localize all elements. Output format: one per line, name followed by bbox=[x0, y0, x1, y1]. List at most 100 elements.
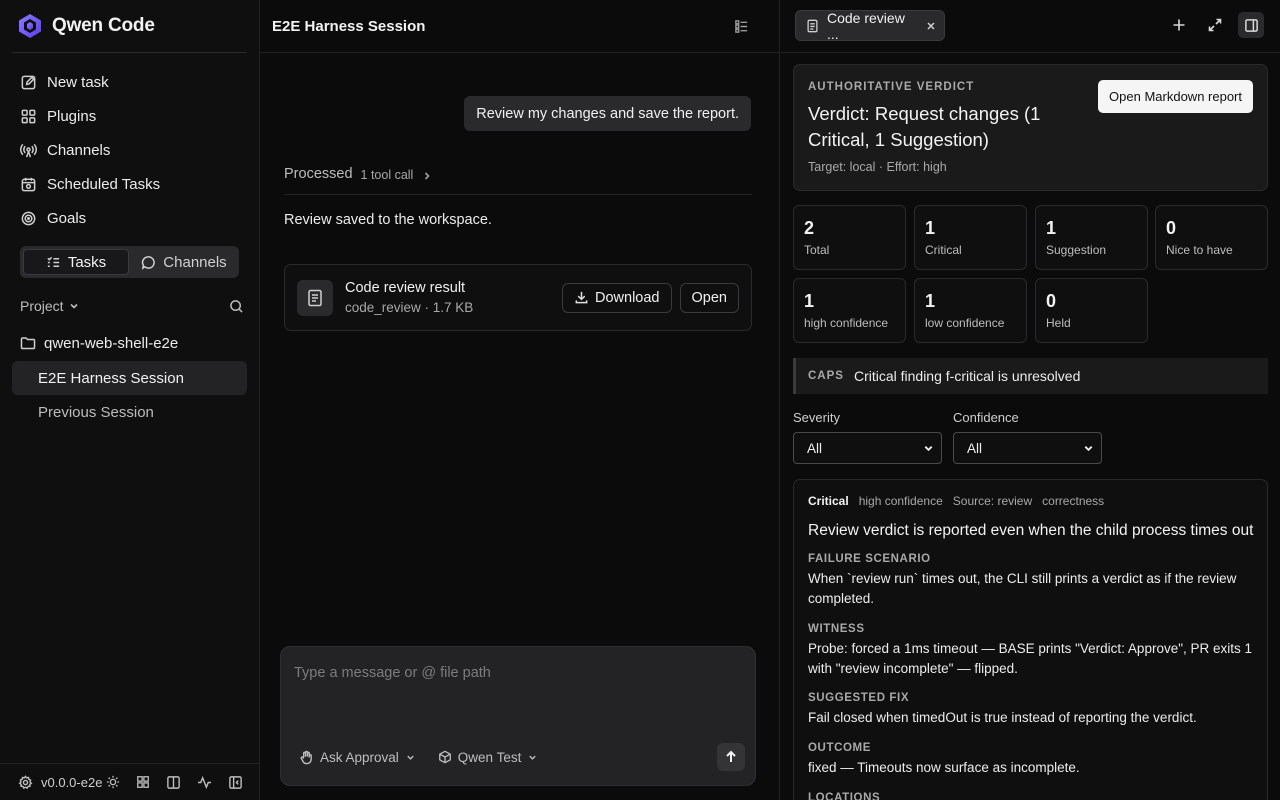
segment-channels[interactable]: Channels bbox=[132, 249, 236, 275]
sidebar-nav: New task Plugins Channels Scheduled Task… bbox=[12, 65, 248, 235]
nav-label: Channels bbox=[47, 141, 111, 159]
calendar-icon bbox=[20, 176, 37, 193]
review-panel: Code review ... AUTHORITATIVE VERDICT Ve… bbox=[781, 0, 1280, 800]
severity-filter-select[interactable]: All bbox=[793, 432, 942, 464]
tasks-icon bbox=[46, 255, 61, 270]
finding-tags: Critical high confidence Source: review … bbox=[808, 494, 1104, 508]
finding-section-suggested-fix: SUGGESTED FIX Fail closed when timedOut … bbox=[808, 692, 1258, 728]
target-icon bbox=[20, 210, 37, 227]
stat-value: 1 bbox=[804, 291, 815, 311]
collapse-sidebar-icon[interactable] bbox=[228, 775, 243, 790]
stat-value: 0 bbox=[1046, 291, 1057, 311]
finding-section-outcome: OUTCOME fixed — Timeouts now surface as … bbox=[808, 742, 1258, 778]
tab-label: Code review ... bbox=[827, 9, 905, 42]
close-icon[interactable] bbox=[926, 21, 936, 31]
plus-icon bbox=[1172, 18, 1186, 32]
severity-filter-label: Severity bbox=[793, 410, 840, 425]
segment-label: Channels bbox=[163, 253, 227, 271]
chat-title: E2E Harness Session bbox=[272, 17, 426, 35]
document-icon bbox=[806, 19, 819, 33]
stat-label: Total bbox=[804, 243, 830, 257]
chevron-right-icon bbox=[421, 166, 433, 182]
model-label: Qwen Test bbox=[457, 749, 522, 765]
approval-mode-dropdown[interactable]: Ask Approval bbox=[299, 750, 416, 765]
app-logo[interactable]: Qwen Code bbox=[16, 12, 155, 40]
settings-gear-icon[interactable] bbox=[18, 774, 33, 790]
list-view-icon[interactable] bbox=[734, 19, 749, 34]
download-button[interactable]: Download bbox=[562, 282, 672, 313]
assistant-message: Review saved to the workspace. bbox=[284, 212, 492, 228]
processed-summary[interactable]: Processed 1 tool call bbox=[284, 166, 752, 195]
processed-label: Processed bbox=[284, 166, 353, 182]
model-dropdown[interactable]: Qwen Test bbox=[438, 750, 539, 765]
stat-label: low confidence bbox=[925, 316, 1005, 330]
sidebar: Qwen Code New task Plugins Channels Sche… bbox=[0, 0, 260, 800]
chat-pane: E2E Harness Session Review my changes an… bbox=[260, 0, 780, 800]
confidence-filter-label: Confidence bbox=[953, 410, 1019, 425]
sidebar-footer: v0.0.0-e2e bbox=[0, 763, 259, 800]
panel-actions bbox=[1166, 12, 1264, 38]
session-item-e2e-harness[interactable]: E2E Harness Session bbox=[12, 361, 247, 395]
folder-icon bbox=[20, 335, 36, 351]
caps-text: Critical finding f-critical is unresolve… bbox=[853, 368, 1081, 384]
arrow-up-icon bbox=[724, 750, 738, 764]
nav-scheduled-tasks[interactable]: Scheduled Tasks bbox=[12, 167, 248, 201]
nav-goals[interactable]: Goals bbox=[12, 201, 248, 235]
user-message: Review my changes and save the report. bbox=[464, 96, 751, 131]
stat-low-confidence: 1 low confidence bbox=[914, 278, 1027, 343]
stat-critical: 1 Critical bbox=[914, 205, 1027, 270]
section-body: Probe: forced a 1ms timeout — BASE print… bbox=[808, 641, 1253, 676]
version-label: v0.0.0-e2e bbox=[41, 774, 103, 790]
new-tab-button[interactable] bbox=[1166, 12, 1192, 38]
caps-tag: CAPS bbox=[808, 370, 844, 382]
panel-header: Code review ... bbox=[781, 0, 1280, 53]
chevron-down-icon bbox=[68, 300, 80, 312]
theme-sun-icon[interactable] bbox=[106, 775, 120, 789]
project-label: Project bbox=[20, 298, 64, 314]
approval-mode-label: Ask Approval bbox=[320, 749, 399, 765]
download-label: Download bbox=[595, 289, 660, 306]
file-name: Code review result bbox=[345, 280, 466, 296]
section-heading: SUGGESTED FIX bbox=[808, 692, 910, 704]
finding-section-locations: LOCATIONS bbox=[808, 792, 1258, 800]
nav-label: Scheduled Tasks bbox=[47, 175, 161, 193]
confidence-badge: high confidence bbox=[858, 494, 943, 508]
stat-suggestion: 1 Suggestion bbox=[1035, 205, 1148, 270]
session-item-previous[interactable]: Previous Session bbox=[12, 395, 247, 429]
verdict-card: AUTHORITATIVE VERDICT Verdict: Request c… bbox=[793, 64, 1268, 191]
user-message-text: Review my changes and save the report. bbox=[476, 105, 739, 122]
section-body: Fail closed when timedOut is true instea… bbox=[808, 710, 1197, 725]
search-icon[interactable] bbox=[229, 299, 244, 314]
segment-tasks[interactable]: Tasks bbox=[23, 249, 129, 275]
confidence-filter-select[interactable]: All bbox=[953, 432, 1102, 464]
split-view-icon[interactable] bbox=[166, 775, 181, 790]
message-composer: Type a message or @ file path Ask Approv… bbox=[280, 646, 756, 786]
open-markdown-report-button[interactable]: Open Markdown report bbox=[1098, 80, 1253, 113]
stat-label: Nice to have bbox=[1166, 243, 1233, 257]
edit-icon bbox=[20, 74, 37, 91]
file-info: Code review result code_review · 1.7 KB bbox=[345, 280, 562, 315]
nav-plugins[interactable]: Plugins bbox=[12, 99, 248, 133]
send-button[interactable] bbox=[717, 743, 745, 771]
nav-label: Plugins bbox=[47, 107, 97, 125]
activity-icon[interactable] bbox=[197, 775, 212, 790]
nav-channels[interactable]: Channels bbox=[12, 133, 248, 167]
folder-name: qwen-web-shell-e2e bbox=[44, 334, 179, 352]
message-input[interactable]: Type a message or @ file path bbox=[294, 665, 491, 681]
toggle-panel-button[interactable] bbox=[1238, 12, 1264, 38]
section-body: fixed — Timeouts now surface as incomple… bbox=[808, 760, 1080, 775]
project-dropdown[interactable]: Project bbox=[20, 298, 80, 314]
stat-value: 1 bbox=[1046, 218, 1057, 238]
stat-high-confidence: 1 high confidence bbox=[793, 278, 906, 343]
tab-code-review[interactable]: Code review ... bbox=[795, 9, 945, 42]
chevron-down-icon bbox=[1083, 443, 1094, 454]
open-file-button[interactable]: Open bbox=[679, 282, 739, 313]
finding-title: Review verdict is reported even when the… bbox=[808, 522, 1254, 539]
nav-new-task[interactable]: New task bbox=[12, 65, 248, 99]
expand-button[interactable] bbox=[1202, 12, 1228, 38]
section-heading: FAILURE SCENARIO bbox=[808, 553, 931, 565]
project-folder[interactable]: qwen-web-shell-e2e bbox=[20, 332, 178, 354]
caps-banner: CAPS Critical finding f-critical is unre… bbox=[793, 358, 1268, 394]
download-icon bbox=[574, 290, 589, 305]
grid-icon[interactable] bbox=[136, 775, 150, 789]
